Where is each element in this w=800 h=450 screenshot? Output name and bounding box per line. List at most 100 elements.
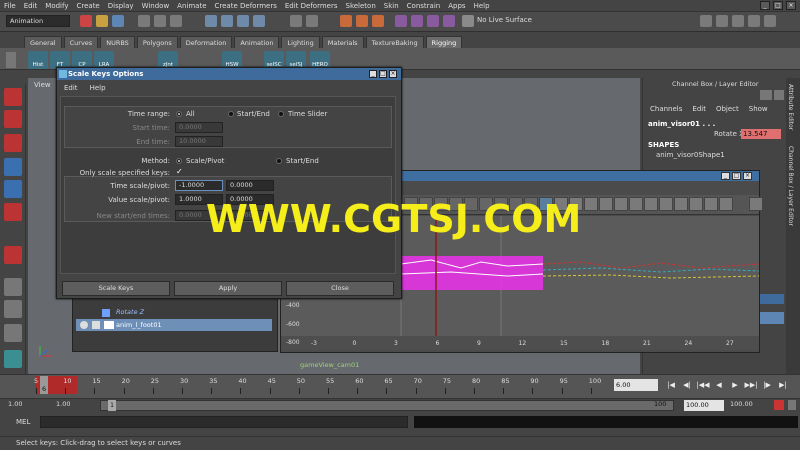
channel-box-menu-show[interactable]: Show bbox=[749, 105, 768, 113]
key-icon[interactable] bbox=[774, 400, 784, 410]
snap-grid-icon[interactable] bbox=[205, 15, 217, 27]
shelf-tab-general[interactable]: General bbox=[24, 36, 62, 48]
time-range-all-label[interactable]: All bbox=[186, 110, 195, 118]
toggle-panel-icon-2[interactable] bbox=[716, 15, 728, 27]
range-inner-start[interactable]: 1.00 bbox=[56, 400, 70, 408]
scale-keys-button[interactable]: Scale Keys bbox=[62, 281, 170, 296]
paint-select-icon[interactable] bbox=[4, 134, 22, 152]
menu-edit[interactable]: Edit bbox=[24, 2, 38, 10]
current-frame-field[interactable]: 6.00 bbox=[614, 379, 658, 391]
shelf-tab-animation[interactable]: Animation bbox=[234, 36, 280, 48]
go-end-icon[interactable]: ▶| bbox=[776, 379, 790, 391]
shape-name[interactable]: anim_visor0Shape1 bbox=[656, 151, 725, 159]
method-startend-label[interactable]: Start/End bbox=[286, 157, 319, 165]
range-end-field[interactable]: 100.00 bbox=[684, 400, 724, 411]
range-inner-marker[interactable]: 1 bbox=[108, 400, 116, 411]
save-scene-icon[interactable] bbox=[112, 15, 124, 27]
lasso-tool-icon[interactable] bbox=[4, 110, 22, 128]
menu-skin[interactable]: Skin bbox=[384, 2, 399, 10]
prefs-icon[interactable] bbox=[788, 400, 796, 410]
expand-icon[interactable] bbox=[80, 321, 88, 329]
render-frame-icon[interactable] bbox=[340, 15, 352, 27]
channel-box-menu-channels[interactable]: Channels bbox=[650, 105, 682, 113]
graph-tool-icon-18[interactable] bbox=[659, 197, 673, 211]
step-key-forward-icon[interactable]: ▶▶| bbox=[744, 379, 758, 391]
menu-window[interactable]: Window bbox=[142, 2, 170, 10]
graph-tool-icon-24[interactable] bbox=[749, 197, 763, 211]
toggle-panel-icon-5[interactable] bbox=[764, 15, 776, 27]
time-range-startend-label[interactable]: Start/End bbox=[237, 110, 270, 118]
range-end-outer[interactable]: 100.00 bbox=[730, 400, 753, 408]
channel-box-tab[interactable]: Channel Box / Layer Editor bbox=[787, 146, 794, 226]
menu-apps[interactable]: Apps bbox=[448, 2, 465, 10]
graph-tool-icon-16[interactable] bbox=[629, 197, 643, 211]
toggle-panel-icon[interactable] bbox=[700, 15, 712, 27]
maximize-icon[interactable]: □ bbox=[379, 70, 387, 78]
shelf-tab-deformation[interactable]: Deformation bbox=[179, 36, 233, 48]
layout-single-icon[interactable] bbox=[4, 278, 22, 296]
maximize-icon[interactable]: □ bbox=[732, 172, 741, 180]
rotate-tool-icon[interactable] bbox=[4, 180, 22, 198]
menu-display[interactable]: Display bbox=[108, 2, 134, 10]
start-time-field[interactable]: 0.0000 bbox=[175, 122, 223, 133]
graph-tool-icon-19[interactable] bbox=[674, 197, 688, 211]
layer-row-selected[interactable] bbox=[760, 312, 784, 324]
menu-modify[interactable]: Modify bbox=[45, 2, 68, 10]
layout-four-icon[interactable] bbox=[4, 300, 22, 318]
time-range-startend-radio[interactable] bbox=[228, 111, 234, 117]
construction-icon[interactable] bbox=[306, 15, 318, 27]
lock-icon[interactable] bbox=[427, 15, 439, 27]
close-icon[interactable]: × bbox=[786, 1, 796, 10]
last-tool-icon[interactable] bbox=[4, 246, 22, 264]
close-icon[interactable]: × bbox=[389, 70, 397, 78]
time-range-slider-radio[interactable] bbox=[278, 111, 284, 117]
mel-label[interactable]: MEL bbox=[16, 418, 30, 426]
range-inner-end[interactable]: 100 bbox=[654, 400, 666, 408]
menu-animate[interactable]: Animate bbox=[177, 2, 206, 10]
play-forward-icon[interactable]: ▶ bbox=[728, 379, 742, 391]
shelf-tab-texturebaking[interactable]: TextureBaking bbox=[365, 36, 424, 48]
ipr-render-icon[interactable] bbox=[356, 15, 368, 27]
close-button[interactable]: Close bbox=[286, 281, 394, 296]
step-key-back-icon[interactable]: |◀◀ bbox=[696, 379, 710, 391]
shelf-tab-rigging[interactable]: Rigging bbox=[425, 36, 463, 48]
move-tool-icon[interactable] bbox=[4, 158, 22, 176]
graph-tool-icon-15[interactable] bbox=[614, 197, 628, 211]
shelf-tab-curves[interactable]: Curves bbox=[63, 36, 99, 48]
menu-constrain[interactable]: Constrain bbox=[407, 2, 441, 10]
time-range-all-radio[interactable] bbox=[176, 111, 182, 117]
new-scene-icon[interactable] bbox=[80, 15, 92, 27]
channel-box-layout-icon-2[interactable] bbox=[774, 90, 784, 100]
select-component-icon[interactable] bbox=[170, 15, 182, 27]
apply-button[interactable]: Apply bbox=[174, 281, 282, 296]
play-back-icon[interactable]: ◀ bbox=[712, 379, 726, 391]
graph-tool-icon-21[interactable] bbox=[704, 197, 718, 211]
range-slider[interactable] bbox=[100, 400, 674, 411]
layer-row[interactable] bbox=[760, 294, 784, 304]
magnet-icon[interactable] bbox=[443, 15, 455, 27]
only-scale-checkbox[interactable]: ✓ bbox=[176, 167, 183, 176]
channel-box-layout-icon[interactable] bbox=[760, 90, 772, 100]
menu-create[interactable]: Create bbox=[76, 2, 99, 10]
graph-tool-icon-13[interactable] bbox=[584, 197, 598, 211]
dialog-menu-edit[interactable]: Edit bbox=[64, 84, 78, 92]
lock-icon-row[interactable] bbox=[92, 321, 100, 329]
open-scene-icon[interactable] bbox=[96, 15, 108, 27]
maximize-icon[interactable]: □ bbox=[773, 1, 783, 10]
shelf-tab-polygons[interactable]: Polygons bbox=[136, 36, 178, 48]
snap-point-icon[interactable] bbox=[237, 15, 249, 27]
mode-selector[interactable]: Animation bbox=[6, 15, 70, 27]
hypershade-icon[interactable] bbox=[395, 15, 407, 27]
attribute-editor-tab[interactable]: Attribute Editor bbox=[787, 84, 794, 130]
step-back-icon[interactable]: ◀| bbox=[680, 379, 694, 391]
dialog-menu-help[interactable]: Help bbox=[90, 84, 106, 92]
graph-tool-icon-17[interactable] bbox=[644, 197, 658, 211]
step-forward-icon[interactable]: |▶ bbox=[760, 379, 774, 391]
shelf-tab-materials[interactable]: Materials bbox=[321, 36, 364, 48]
select-tool-icon[interactable] bbox=[4, 88, 22, 106]
rotate-x-label[interactable]: Rotate X bbox=[714, 130, 744, 138]
layout-persp-icon[interactable] bbox=[4, 324, 22, 342]
menu-create-deformers[interactable]: Create Deformers bbox=[215, 2, 277, 10]
method-scale-pivot-radio[interactable] bbox=[176, 158, 182, 164]
graph-tool-icon-22[interactable] bbox=[719, 197, 733, 211]
